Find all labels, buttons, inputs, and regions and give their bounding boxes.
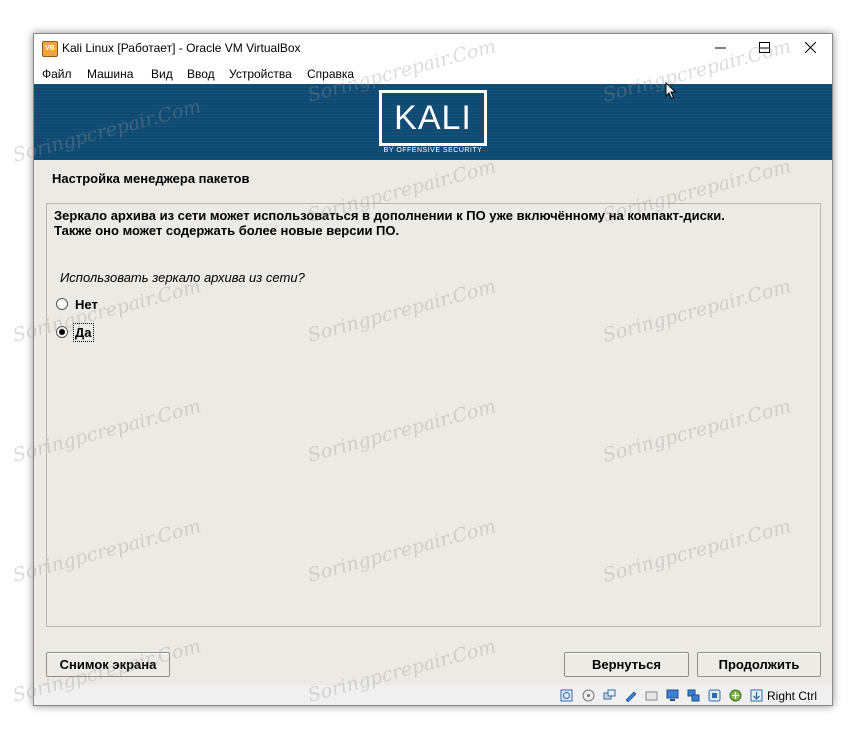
cpu-icon[interactable] <box>728 688 742 702</box>
back-button[interactable]: Вернуться <box>564 652 689 677</box>
display-icon[interactable] <box>665 688 679 702</box>
mouse-cursor-icon <box>665 82 677 100</box>
screenshot-button[interactable]: Снимок экрана <box>46 652 170 677</box>
hard-disk-icon[interactable] <box>559 688 573 702</box>
menu-devices[interactable]: Устройства <box>229 67 292 81</box>
option-no[interactable]: Нет <box>56 295 98 313</box>
kali-tagline: BY OFFENSIVE SECURITY <box>383 147 483 154</box>
video-capture-icon[interactable] <box>707 688 721 702</box>
radio-no[interactable] <box>56 298 68 310</box>
description-line-2: Также оно может содержать более новые ве… <box>54 223 400 238</box>
optical-drive-icon[interactable] <box>581 688 595 702</box>
option-no-label: Нет <box>75 296 98 312</box>
description: Зеркало архива из сети может использоват… <box>54 208 725 238</box>
virtualbox-window: VB Kali Linux [Работает] - Oracle VM Vir… <box>33 33 833 706</box>
kali-logo: KALI <box>379 90 487 146</box>
minimize-button-hit[interactable] <box>697 33 743 61</box>
kali-banner: KALI BY OFFENSIVE SECURITY <box>34 84 832 160</box>
menu-help[interactable]: Справка <box>307 67 354 81</box>
continue-button[interactable]: Продолжить <box>697 652 821 677</box>
mouse-integration-icon[interactable] <box>749 688 763 702</box>
status-bar: Right Ctrl <box>34 685 832 705</box>
menu-machine[interactable]: Машина <box>87 67 133 81</box>
close-button[interactable] <box>787 33 833 61</box>
minimize-icon <box>714 47 726 48</box>
description-line-1: Зеркало архива из сети может использоват… <box>54 208 725 223</box>
shared-folders-icon[interactable] <box>644 688 658 702</box>
question-text: Использовать зеркало архива из сети? <box>60 270 305 285</box>
usb-icon[interactable] <box>686 688 700 702</box>
maximize-icon <box>758 41 770 53</box>
window-title: Kali Linux [Работает] - Oracle VM Virtua… <box>62 41 301 55</box>
option-yes[interactable]: Да <box>56 322 94 342</box>
menu-input[interactable]: Ввод <box>187 67 215 81</box>
installer-screen: Настройка менеджера пакетов Зеркало архи… <box>34 160 832 685</box>
menu-file[interactable]: Файл <box>42 67 72 81</box>
menu-view[interactable]: Вид <box>151 67 173 81</box>
menu-bar: Файл Машина Вид Ввод Устройства Справка <box>34 62 832 84</box>
content-panel <box>46 203 821 627</box>
host-key-label: Right Ctrl <box>767 689 818 703</box>
radio-yes[interactable] <box>56 326 68 338</box>
audio-icon[interactable] <box>602 688 616 702</box>
option-yes-label: Да <box>73 322 94 342</box>
network-icon[interactable] <box>623 688 637 702</box>
step-title: Настройка менеджера пакетов <box>52 171 250 186</box>
close-icon <box>804 41 816 53</box>
virtualbox-icon: VB <box>42 41 58 57</box>
maximize-button[interactable] <box>741 33 787 61</box>
